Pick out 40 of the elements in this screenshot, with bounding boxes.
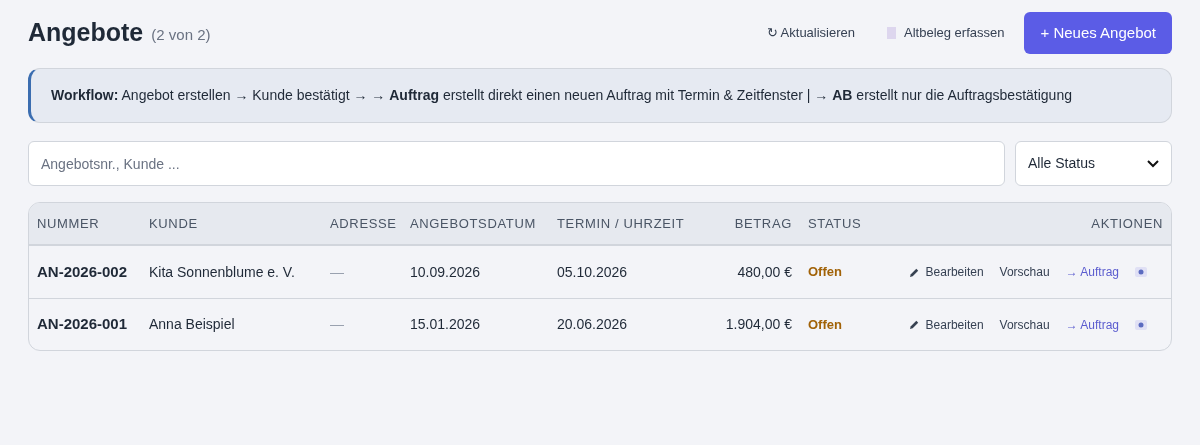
preview-button[interactable]: Vorschau [999,263,1050,281]
offer-date: 10.09.2026 [410,262,482,282]
offer-number: AN-2026-002 [36,261,129,282]
pencil-icon [908,266,920,278]
to-order-link[interactable]: → Auftrag [1065,315,1119,334]
column-header: NUMMER [36,214,101,233]
page-title: Angebote [28,17,144,49]
search-field[interactable]: Angebotsnr., Kunde ... [28,141,1005,186]
address-cell-text: — [330,315,345,334]
address-cell-text: — [330,262,345,282]
status-label: Offen [807,263,843,282]
appointment-date: 05.10.2026 [557,262,629,282]
refresh-button[interactable]: ↻ Aktualisieren [754,15,868,51]
column-header: TERMIN / UHRZEIT [557,214,686,233]
offer-date: 15.01.2026 [410,315,482,334]
chevron-down-icon [1147,159,1159,168]
pencil-icon [908,319,920,330]
customer-name: Anna Beispiel [149,315,236,334]
column-header: ANGEBOTSDATUM [410,214,537,233]
column-header: KUNDE [149,214,199,233]
column-header: AKTIONEN [1090,214,1164,233]
column-header: STATUS [807,214,863,233]
column-header: BETRAG [733,214,792,233]
offer-number: AN-2026-001 [36,314,129,335]
status-dropdown[interactable]: Alle Status [1015,141,1172,186]
amount-cell-text: 1.904,00 € [724,315,792,334]
status-label: Offen [807,315,843,334]
appointment-date: 20.06.2026 [557,315,629,334]
document-icon [887,27,897,39]
new-offer-button[interactable]: + Neues Angebot [1024,11,1172,55]
amount-cell-text: 480,00 € [736,262,792,282]
edit-button[interactable]: Bearbeiten [908,315,984,334]
legacy-receipt-button[interactable]: Altbeleg erfassen [875,15,1017,51]
result-count: (2 von 2) [151,24,211,45]
customer-name: Kita Sonnenblume e. V. [149,262,296,282]
to-order-link[interactable]: → Auftrag [1065,263,1119,281]
preview-button[interactable]: Vorschau [999,315,1050,334]
column-header: ADRESSE [330,214,398,233]
edit-button[interactable]: Bearbeiten [908,263,984,281]
workflow-info-banner: Workflow: Angebot erstellen → Kunde bestätigt → → Auftrag erstellt direkt einen neuen Auftrag mit Termin & Zeitfenster | → AB erstellt nur die Auftragsbestätigung [28,68,1172,123]
